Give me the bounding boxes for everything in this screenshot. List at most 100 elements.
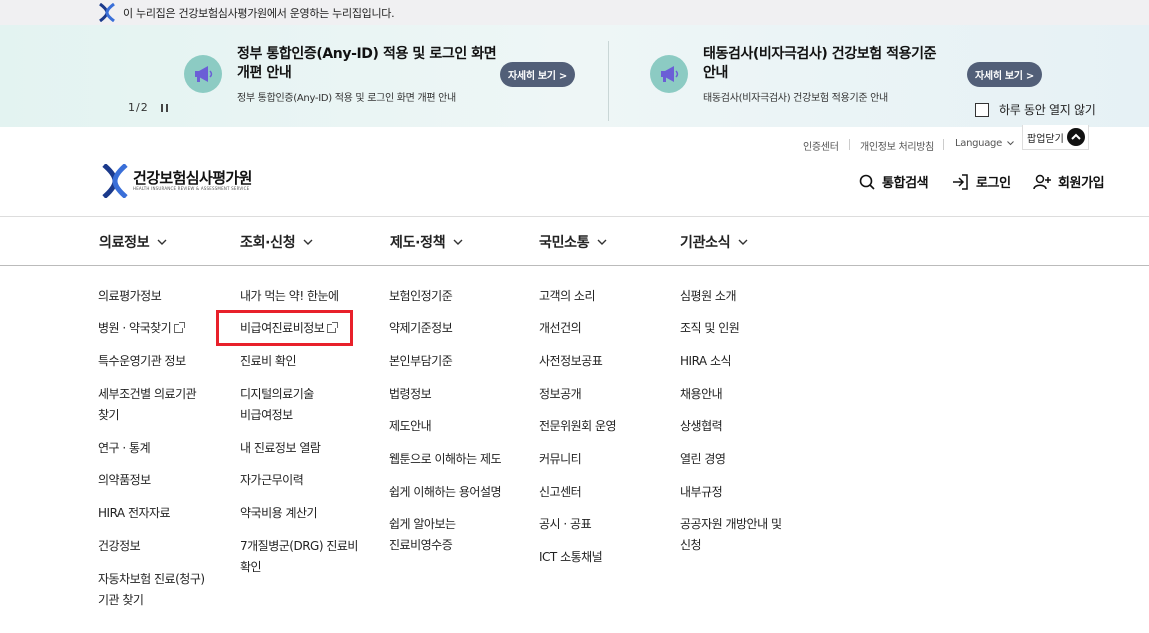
menu-item[interactable]: 전문위원회 운영 <box>539 416 617 437</box>
menu-item[interactable]: 자가근무이력 <box>240 470 304 491</box>
menu-item[interactable]: 내부규정 <box>680 482 723 503</box>
menu-item[interactable]: 찾기 <box>98 405 120 426</box>
popup-notice-2-title-line1: 태동검사(비자극검사) 건강보험 적용기준 <box>703 46 937 62</box>
gnb-item-communication[interactable]: 국민소통 <box>539 232 607 252</box>
menu-item[interactable]: 채용안내 <box>680 384 723 405</box>
menu-item[interactable]: 내 진료정보 열람 <box>240 438 321 459</box>
popup-notice-1-detail-button[interactable]: 자세히 보기 > <box>500 62 575 87</box>
chevron-down-icon <box>303 239 313 245</box>
popup-notice-1-title-line2: 개편 안내 <box>237 65 292 81</box>
menu-item[interactable]: 열린 경영 <box>680 449 726 470</box>
gnb-item-medical-info[interactable]: 의료정보 <box>99 232 167 252</box>
language-label: Language <box>955 138 1002 149</box>
menu-item[interactable]: 신청 <box>680 535 702 556</box>
privacy-policy-link[interactable]: 개인정보 처리방침 <box>860 138 934 153</box>
add-user-icon <box>1033 174 1051 189</box>
chevron-down-icon <box>738 239 748 245</box>
popup-notice-2-title: 태동검사(비자극검사) 건강보험 적용기준 안내 <box>703 45 973 83</box>
menu-item[interactable]: 상생협력 <box>680 416 723 437</box>
menu-item[interactable]: 보험인정기준 <box>389 286 453 307</box>
menu-item[interactable]: 약제기준정보 <box>389 318 453 339</box>
search-label: 통합검색 <box>882 176 929 191</box>
menu-item[interactable]: 쉽게 알아보는 <box>389 514 456 535</box>
menu-item[interactable]: 신고센터 <box>539 482 582 503</box>
pause-icon[interactable] <box>161 104 168 112</box>
menu-item[interactable]: 고객의 소리 <box>539 286 596 307</box>
gnb-item-policy[interactable]: 제도·정책 <box>390 232 463 252</box>
gnb-item-agency-news[interactable]: 기관소식 <box>680 232 748 252</box>
menu-item[interactable]: 7개질병군(DRG) 진료비 <box>240 536 358 557</box>
menu-item[interactable]: 진료비 확인 <box>240 351 297 372</box>
search-button[interactable]: 통합검색 <box>859 172 929 191</box>
menu-item[interactable]: 본인부담기준 <box>389 351 453 372</box>
menu-item[interactable]: 특수운영기관 정보 <box>98 351 186 372</box>
menu-item-label: 병원 · 약국찾기 <box>98 321 172 335</box>
chevron-up-icon <box>1067 128 1085 146</box>
popup-close-button[interactable]: 팝업닫기 <box>1022 125 1089 150</box>
menu-item[interactable]: 진료비영수증 <box>389 535 453 556</box>
menu-item-hospital-search[interactable]: 병원 · 약국찾기 <box>98 318 186 339</box>
popup-notice-2-detail-button[interactable]: 자세히 보기 > <box>967 62 1042 87</box>
menu-item[interactable]: 법령정보 <box>389 384 432 405</box>
popup-notice-1-title-line1: 정부 통합인증(Any-ID) 적용 및 로그인 화면 <box>237 46 497 62</box>
dont-show-today[interactable]: 하루 동안 열지 않기 <box>975 101 1096 118</box>
menu-item[interactable]: ICT 소통채널 <box>539 547 603 568</box>
gnb-label: 제도·정책 <box>390 235 446 251</box>
dont-show-checkbox[interactable] <box>975 102 989 117</box>
menu-item[interactable]: 조직 및 인원 <box>680 318 740 339</box>
gnb-divider-top <box>0 216 1149 217</box>
menu-item[interactable]: HIRA 전자자료 <box>98 503 171 524</box>
gov-banner-text: 이 누리집은 건강보험심사평가원에서 운영하는 누리집입니다. <box>123 7 395 20</box>
highlight-box <box>216 310 353 346</box>
menu-item[interactable]: 약국비용 계산기 <box>240 503 318 524</box>
popup-close-label: 팝업닫기 <box>1027 134 1064 145</box>
chevron-down-icon <box>1006 141 1014 146</box>
util-divider <box>943 139 944 150</box>
menu-item[interactable]: 심평원 소개 <box>680 286 737 307</box>
menu-item[interactable]: 의약품정보 <box>98 470 151 491</box>
logo-text[interactable]: 건강보험심사평가원 <box>133 167 252 188</box>
menu-item[interactable]: 연구 · 통계 <box>98 438 151 459</box>
chevron-down-icon <box>453 239 463 245</box>
megaphone-icon <box>650 55 688 93</box>
menu-item[interactable]: 디지털의료기술 <box>240 384 314 405</box>
popup-notice-1-subtitle: 정부 통합인증(Any-ID) 적용 및 로그인 화면 개편 안내 <box>237 93 456 104</box>
menu-item[interactable]: 기관 찾기 <box>98 590 144 611</box>
dont-show-label: 하루 동안 열지 않기 <box>999 103 1096 117</box>
search-icon <box>859 174 875 190</box>
menu-item[interactable]: 확인 <box>240 557 262 578</box>
gnb-item-inquiry[interactable]: 조회·신청 <box>240 232 313 252</box>
hira-logo-icon[interactable] <box>102 164 128 198</box>
menu-item[interactable]: 웹툰으로 이해하는 제도 <box>389 449 502 470</box>
menu-item[interactable]: 커뮤니티 <box>539 449 582 470</box>
join-label: 회원가입 <box>1058 176 1105 191</box>
language-select[interactable]: Language <box>955 138 1014 149</box>
menu-item[interactable]: 제도안내 <box>389 416 432 437</box>
gnb-label: 국민소통 <box>539 235 590 251</box>
gov-logo-icon <box>99 3 115 22</box>
menu-item[interactable]: 의료평가정보 <box>98 286 162 307</box>
join-button[interactable]: 회원가입 <box>1033 172 1105 191</box>
menu-item[interactable]: 정보공개 <box>539 384 582 405</box>
util-divider <box>849 139 850 150</box>
menu-item[interactable]: 공공자원 개방안내 및 <box>680 514 782 535</box>
external-link-icon <box>174 322 186 333</box>
gnb-divider-bottom <box>0 265 1149 266</box>
menu-item[interactable]: 비급여정보 <box>240 405 293 426</box>
popup-notice-1[interactable]: 정부 통합인증(Any-ID) 적용 및 로그인 화면 개편 안내 정부 통합인… <box>0 25 608 127</box>
login-icon <box>953 173 968 190</box>
menu-item[interactable]: 건강정보 <box>98 536 141 557</box>
menu-item[interactable]: 자동차보험 진료(청구) <box>98 569 205 590</box>
menu-item[interactable]: HIRA 소식 <box>680 351 732 372</box>
popup-zone: 정부 통합인증(Any-ID) 적용 및 로그인 화면 개편 안내 정부 통합인… <box>0 25 1149 127</box>
login-button[interactable]: 로그인 <box>952 172 1011 191</box>
menu-item[interactable]: 쉽게 이해하는 용어설명 <box>389 482 502 503</box>
menu-item[interactable]: 개선건의 <box>539 318 582 339</box>
gnb-label: 의료정보 <box>99 235 150 251</box>
popup-pager: 1/2 <box>128 101 149 114</box>
menu-item[interactable]: 공시 · 공표 <box>539 514 592 535</box>
menu-item[interactable]: 사전정보공표 <box>539 351 603 372</box>
cert-center-link[interactable]: 인증센터 <box>803 138 839 153</box>
menu-item[interactable]: 내가 먹는 약! 한눈에 <box>240 286 339 307</box>
menu-item[interactable]: 세부조건별 의료기관 <box>98 384 197 405</box>
